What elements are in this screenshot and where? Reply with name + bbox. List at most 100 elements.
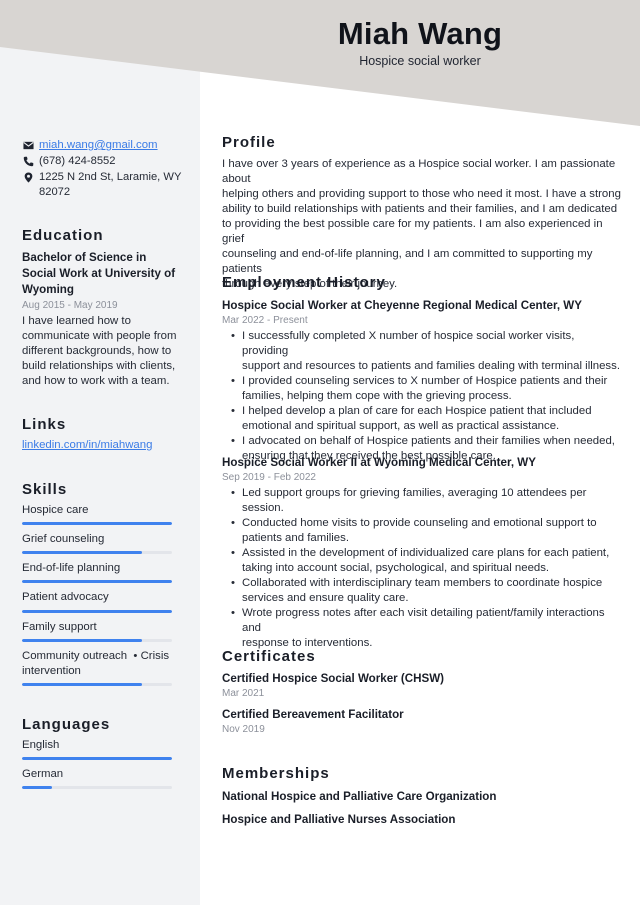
- map-pin-icon: [22, 170, 34, 185]
- description-line: and how to work with a team.: [22, 375, 170, 387]
- certificate-name: Certified Bereavement Facilitator: [222, 708, 404, 721]
- membership-item: Hospice and Palliative Nurses Associatio…: [222, 813, 456, 826]
- profile-line: counseling and end-of-life planning, and…: [222, 248, 593, 275]
- address: 1225 N 2nd St, Laramie, WY 82072: [39, 170, 181, 200]
- email-link[interactable]: miah.wang@gmail.com: [39, 138, 158, 153]
- skills-heading: Skills: [22, 481, 68, 498]
- degree-line: Wyoming: [22, 283, 74, 296]
- certificate-date: Mar 2021: [222, 688, 265, 699]
- skill-level-fill: [22, 639, 142, 642]
- skill-level-bar: [22, 522, 172, 525]
- bullet-line: patients and families.: [242, 532, 350, 544]
- job-bullets: I successfully completed X number of hos…: [222, 329, 622, 464]
- job-dates: Mar 2022 - Present: [222, 315, 308, 326]
- profile-line: helping others and providing support to …: [222, 188, 621, 200]
- job-dates: Sep 2019 - Feb 2022: [222, 472, 316, 483]
- address-line-1: 1225 N 2nd St, Laramie, WY: [39, 171, 182, 183]
- linkedin-link[interactable]: linkedin.com/in/miahwang: [22, 439, 152, 451]
- skill-level-fill: [22, 551, 142, 554]
- profile-line: to providing the best possible care for …: [222, 218, 603, 245]
- job-bullet: I successfully completed X number of hos…: [222, 329, 622, 374]
- bullet-line: I provided counseling services to X numb…: [242, 375, 608, 387]
- language-level-bar: [22, 757, 172, 760]
- skill-label-line: Community outreach • Crisis: [22, 650, 170, 662]
- job-bullet: I helped develop a plan of care for each…: [222, 404, 622, 434]
- degree-line: Bachelor of Science in: [22, 251, 147, 264]
- phone-icon: [22, 154, 34, 169]
- language-label: English: [22, 739, 60, 751]
- job-bullets: Led support groups for grieving families…: [222, 486, 622, 651]
- job-title: Hospice Social Worker II at Wyoming Medi…: [222, 456, 536, 469]
- bullet-line: emotional and spiritual support, as well…: [242, 420, 560, 432]
- candidate-title: Hospice social worker: [359, 54, 481, 68]
- bullet-line: families, helping them cope with the gri…: [242, 390, 512, 402]
- contact-email[interactable]: miah.wang@gmail.com: [22, 138, 158, 153]
- profile-heading: Profile: [222, 134, 276, 151]
- job-bullet: I provided counseling services to X numb…: [222, 374, 622, 404]
- certificates-heading: Certificates: [222, 648, 316, 665]
- degree-line: Social Work at University of: [22, 267, 176, 280]
- profile-line: ability to build relationships with pati…: [222, 203, 618, 215]
- employment-heading: Employment History: [222, 274, 386, 291]
- resume-page: Miah Wang Hospice social worker miah.wan…: [0, 0, 640, 905]
- skill-level-fill: [22, 580, 172, 583]
- job-bullet: Collaborated with interdisciplinary team…: [222, 576, 622, 606]
- candidate-name: Miah Wang: [337, 16, 503, 51]
- job-bullet: Wrote progress notes after each visit de…: [222, 606, 622, 651]
- language-label: German: [22, 768, 64, 780]
- job-bullet: Assisted in the development of individua…: [222, 546, 622, 576]
- membership-item: National Hospice and Palliative Care Org…: [222, 790, 497, 803]
- job-bullet: Conducted home visits to provide counsel…: [222, 516, 622, 546]
- certificate-date: Nov 2019: [222, 724, 265, 735]
- job-title: Hospice Social Worker at Cheyenne Region…: [222, 299, 582, 312]
- bullet-line: I helped develop a plan of care for each…: [242, 405, 592, 417]
- skill-level-bar: [22, 683, 172, 686]
- education-heading: Education: [22, 227, 104, 244]
- education-dates: Aug 2015 - May 2019: [22, 300, 118, 311]
- address-line-2: 82072: [39, 186, 71, 198]
- skill-level-bar: [22, 610, 172, 613]
- skill-level-bar: [22, 580, 172, 583]
- skill-label: Hospice care: [22, 504, 89, 516]
- languages-heading: Languages: [22, 716, 111, 733]
- links-heading: Links: [22, 416, 67, 433]
- language-level-bar: [22, 786, 172, 789]
- skill-label: End-of-life planning: [22, 562, 121, 574]
- skill-level-fill: [22, 610, 172, 613]
- skill-level-bar: [22, 551, 172, 554]
- description-line: build relationships with clients,: [22, 360, 176, 372]
- phone-number: (678) 424-8552: [39, 155, 116, 167]
- bullet-line: Wrote progress notes after each visit de…: [242, 607, 605, 634]
- skill-label: Family support: [22, 621, 97, 633]
- bullet-line: Assisted in the development of individua…: [242, 547, 610, 559]
- skill-label: Community outreach • Crisis intervention: [22, 649, 182, 679]
- education-description: I have learned how to communicate with p…: [22, 314, 182, 389]
- description-line: I have learned how to: [22, 315, 131, 327]
- description-line: communicate with people from: [22, 330, 177, 342]
- skill-level-fill: [22, 522, 172, 525]
- profile-summary: I have over 3 years of experience as a H…: [222, 157, 622, 292]
- bullet-line: taking into account social, psychologica…: [242, 562, 550, 574]
- skill-level-bar: [22, 639, 172, 642]
- profile-line: I have over 3 years of experience as a H…: [222, 158, 616, 185]
- bullet-line: Led support groups for grieving families…: [242, 487, 587, 514]
- job-bullet: Led support groups for grieving families…: [222, 486, 622, 516]
- certificate-name: Certified Hospice Social Worker (CHSW): [222, 672, 445, 685]
- envelope-icon: [22, 138, 34, 153]
- skill-level-fill: [22, 683, 142, 686]
- language-level-fill: [22, 757, 172, 760]
- skill-label-line: intervention: [22, 665, 81, 677]
- contact-address: 1225 N 2nd St, Laramie, WY 82072: [22, 170, 181, 200]
- skill-label: Patient advocacy: [22, 591, 109, 603]
- contact-phone: (678) 424-8552: [22, 154, 116, 169]
- memberships-heading: Memberships: [222, 765, 330, 782]
- bullet-line: Collaborated with interdisciplinary team…: [242, 577, 603, 589]
- bullet-line: I advocated on behalf of Hospice patient…: [242, 435, 615, 447]
- language-level-fill: [22, 786, 52, 789]
- bullet-line: services and ensure quality care.: [242, 592, 409, 604]
- skill-label: Grief counseling: [22, 533, 105, 545]
- bullet-line: support and resources to patients and fa…: [242, 360, 620, 372]
- bullet-line: I successfully completed X number of hos…: [242, 330, 575, 357]
- bullet-line: Conducted home visits to provide counsel…: [242, 517, 597, 529]
- education-degree: Bachelor of Science in Social Work at Un…: [22, 250, 182, 298]
